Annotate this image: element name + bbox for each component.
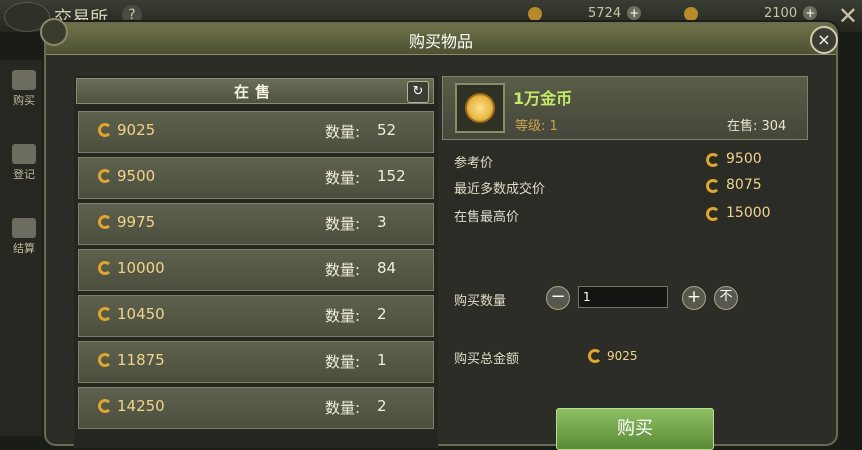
list-item[interactable]: 10000 数量: 84 — [78, 249, 434, 291]
recent-price-label: 最近多数成交价 — [454, 182, 546, 197]
item-detail: 1万金币 等级: 1 在售: 304 — [442, 76, 808, 140]
row-price: 9025 — [117, 121, 156, 139]
sidebar-item-label: 结算 — [13, 242, 35, 255]
total-amount-value: 9025 — [607, 349, 638, 363]
for-sale-list: 在售 ↻ 9025 数量: 52 9500 数量: 152 9975 数量: 3… — [74, 76, 438, 448]
price-info: 参考价 9500 最近多数成交价 8075 在售最高价 15000 — [442, 142, 806, 232]
list-item[interactable]: 10450 数量: 2 — [78, 295, 434, 337]
row-qty-label: 数量: — [325, 353, 361, 371]
coin-icon — [706, 207, 720, 221]
currency-silver-amount: 5724 — [588, 6, 622, 21]
buy-item-modal: 购买物品 × 在售 ↻ 9025 数量: 52 9500 数量: 152 997… — [40, 18, 838, 450]
list-item[interactable]: 9975 数量: 3 — [78, 203, 434, 245]
row-qty-label: 数量: — [325, 215, 361, 233]
add-gold-button[interactable]: + — [803, 6, 818, 20]
total-amount-label: 购买总金额 — [454, 352, 520, 367]
coin-icon — [98, 399, 112, 413]
row-qty: 3 — [377, 213, 387, 231]
list-header: 在售 ↻ — [76, 78, 434, 104]
close-button[interactable]: × — [810, 26, 838, 54]
modal-header: 购买物品 — [46, 24, 836, 55]
list-header-title: 在售 — [233, 83, 276, 101]
reference-price-label: 参考价 — [454, 156, 494, 171]
item-icon-frame — [455, 83, 505, 133]
coin-icon — [98, 123, 112, 137]
max-quantity-button[interactable]: 不 — [714, 286, 738, 310]
list-item[interactable]: 14250 数量: 2 — [78, 387, 434, 429]
coin-icon — [98, 261, 112, 275]
max-price-label: 在售最高价 — [454, 210, 520, 225]
row-price: 11875 — [117, 351, 165, 369]
shop-icon — [12, 70, 36, 90]
buy-button[interactable]: 购买 — [556, 408, 714, 450]
background-close-icon[interactable]: ✕ — [838, 2, 858, 30]
buy-quantity-label: 购买数量 — [454, 294, 507, 309]
coin-icon — [706, 179, 720, 193]
row-qty: 1 — [377, 351, 387, 369]
gold-coin-icon — [684, 6, 698, 21]
sidebar-item-settle[interactable]: 结算 — [4, 218, 44, 256]
quantity-input[interactable] — [578, 286, 668, 308]
row-qty-label: 数量: — [325, 169, 361, 187]
list-item[interactable]: 9500 数量: 152 — [78, 157, 434, 199]
register-icon — [12, 144, 36, 164]
cart-icon — [12, 218, 36, 238]
background-sidebar: 购买 登记 结算 — [0, 60, 44, 436]
row-price: 10000 — [117, 259, 165, 277]
refresh-button[interactable]: ↻ — [407, 81, 429, 103]
recent-price-value: 8075 — [726, 177, 762, 193]
item-stock: 在售: 304 — [727, 119, 787, 134]
sidebar-item-buy[interactable]: 购买 — [4, 70, 44, 108]
list-item[interactable]: 11875 数量: 1 — [78, 341, 434, 383]
row-qty: 52 — [377, 121, 397, 139]
item-name: 1万金币 — [513, 89, 573, 108]
row-qty: 2 — [377, 305, 387, 323]
coin-icon — [98, 215, 112, 229]
row-price: 9975 — [117, 213, 156, 231]
silver-coin-icon — [528, 6, 542, 21]
coin-icon — [706, 153, 720, 167]
row-qty-label: 数量: — [325, 261, 361, 279]
row-qty-label: 数量: — [325, 123, 361, 141]
row-qty: 152 — [377, 167, 406, 185]
coin-icon — [588, 349, 602, 363]
reference-price-value: 9500 — [726, 151, 762, 167]
row-qty: 2 — [377, 397, 387, 415]
row-qty-label: 数量: — [325, 307, 361, 325]
modal-title: 购买物品 — [408, 32, 473, 51]
coin-icon — [98, 169, 112, 183]
increase-quantity-button[interactable]: + — [682, 286, 706, 310]
max-price-value: 15000 — [726, 205, 771, 221]
list-item[interactable]: 9025 数量: 52 — [78, 111, 434, 153]
currency-gold-amount: 2100 — [764, 6, 798, 21]
sidebar-item-label: 购买 — [13, 94, 35, 107]
row-qty-label: 数量: — [325, 399, 361, 417]
corner-ornament-icon — [40, 18, 68, 46]
sidebar-item-label: 登记 — [13, 168, 35, 181]
gold-coin-icon — [465, 93, 495, 123]
add-silver-button[interactable]: + — [627, 6, 642, 20]
sidebar-item-register[interactable]: 登记 — [4, 144, 44, 182]
coin-icon — [98, 307, 112, 321]
decrease-quantity-button[interactable]: − — [546, 286, 570, 310]
coin-icon — [98, 353, 112, 367]
row-price: 10450 — [117, 305, 165, 323]
row-price: 9500 — [117, 167, 156, 185]
item-level: 等级: 1 — [515, 119, 558, 134]
row-price: 14250 — [117, 397, 165, 415]
row-qty: 84 — [377, 259, 397, 277]
